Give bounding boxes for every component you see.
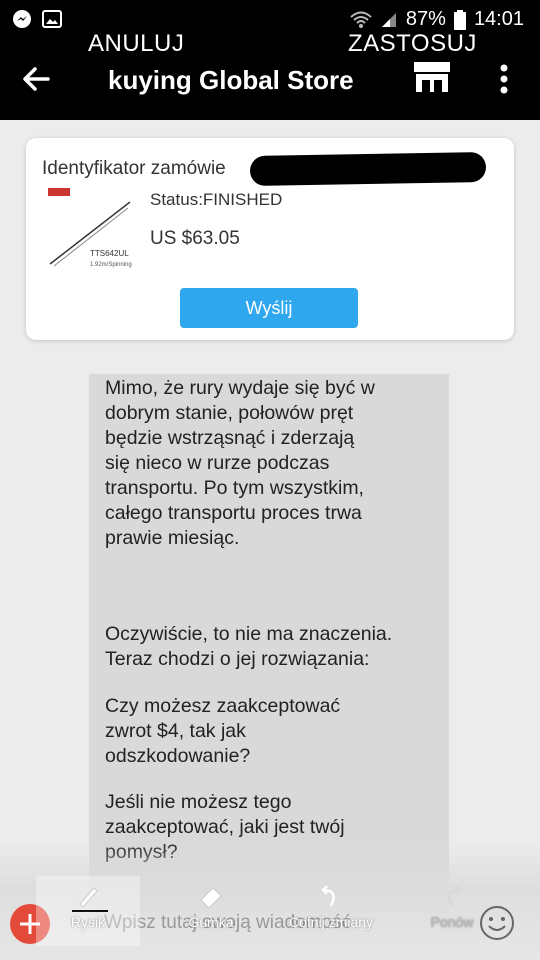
store-title: kuying Global Store <box>108 65 354 95</box>
clock: 14:01 <box>473 8 524 30</box>
apply-button[interactable]: ZASTOSUJ <box>348 30 477 58</box>
messenger-icon <box>13 10 31 28</box>
undo-tool[interactable]: Cofnij zmiany <box>276 876 386 946</box>
redo-icon <box>448 885 462 907</box>
battery-percent: 87% <box>405 8 446 30</box>
redo-label: Ponów <box>430 914 474 930</box>
system-indicators: 87% 14:01 <box>350 8 524 31</box>
message-paragraph: Mimo, że rury wydaje się być w dobrym st… <box>105 377 375 549</box>
product-code: TTS642UL <box>90 249 129 258</box>
order-status: Status:FINISHED <box>150 190 283 209</box>
undo-label: Cofnij zmiany <box>288 914 374 930</box>
back-arrow-icon[interactable] <box>20 63 52 95</box>
pen-icon <box>79 887 98 908</box>
notification-icons <box>12 9 62 29</box>
message-paragraph: Oczywiście, to nie ma znaczenia. Teraz c… <box>105 623 393 670</box>
undo-icon <box>321 885 335 907</box>
send-button[interactable]: Wyślij <box>180 288 358 328</box>
signal-icon <box>381 12 396 27</box>
order-price: US $63.05 <box>150 228 240 249</box>
redaction-scribble <box>249 151 487 187</box>
wifi-icon <box>350 11 372 28</box>
product-spec: 1.92m/Spinning <box>90 262 132 268</box>
pen-label: Rysik <box>70 914 106 930</box>
storefront-icon[interactable] <box>412 60 452 94</box>
eraser-label: Gumka <box>188 914 234 930</box>
order-id-label: Identyfikator zamówie <box>42 158 226 179</box>
order-card[interactable]: Identyfikator zamówie TTS642UL 1.92m/Spi… <box>26 138 514 340</box>
battery-icon <box>453 9 466 30</box>
redo-tool[interactable]: Ponów <box>404 876 500 946</box>
gallery-icon <box>42 10 62 28</box>
more-options-icon[interactable] <box>494 62 514 96</box>
product-thumbnail[interactable]: TTS642UL 1.92m/Spinning <box>44 186 134 276</box>
eraser-icon <box>200 887 222 909</box>
pen-color-indicator <box>72 910 108 912</box>
message-paragraph: Czy możesz zaakceptować zwrot $4, tak ja… <box>105 695 341 767</box>
message-bubble: Mimo, że rury wydaje się być w dobrym st… <box>89 374 449 914</box>
eraser-tool[interactable]: Gumka <box>156 876 266 946</box>
cancel-button[interactable]: ANULUJ <box>88 30 184 58</box>
